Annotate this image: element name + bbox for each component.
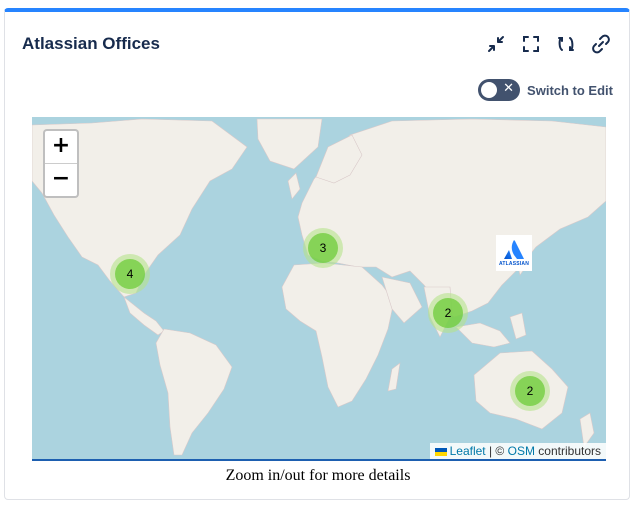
cluster-north-america[interactable]: 4 — [110, 254, 150, 294]
close-icon: ✕ — [503, 81, 515, 96]
leaflet-link[interactable]: Leaflet — [450, 444, 486, 458]
cluster-southeast-asia[interactable]: 2 — [428, 293, 468, 333]
atlassian-logo-icon — [504, 240, 524, 259]
widget-card: Atlassian Offices ✕ Switch to Edit + − 4… — [4, 8, 630, 500]
ukraine-flag-icon — [434, 447, 447, 456]
toggle-label: Switch to Edit — [527, 82, 613, 98]
attribution-contributors: contributors — [538, 444, 601, 458]
cluster-australia[interactable]: 2 — [510, 371, 550, 411]
world-map[interactable]: + − 4 3 2 2 ATLASSIAN Leaflet | © OSM co… — [32, 117, 606, 461]
cluster-count: 2 — [433, 298, 463, 328]
map-attribution: Leaflet | © OSM contributors — [429, 443, 606, 459]
fullscreen-icon[interactable] — [519, 32, 543, 56]
cluster-europe[interactable]: 3 — [303, 228, 343, 268]
edit-toggle-row: ✕ Switch to Edit — [478, 79, 613, 101]
zoom-out-button[interactable]: − — [45, 164, 77, 196]
zoom-in-button[interactable]: + — [45, 131, 77, 164]
osm-link[interactable]: OSM — [508, 444, 535, 458]
link-icon[interactable] — [589, 32, 613, 56]
marker-brand-label: ATLASSIAN — [498, 261, 530, 267]
attribution-separator: | © — [488, 444, 505, 458]
cluster-count: 4 — [115, 259, 145, 289]
cluster-count: 3 — [308, 233, 338, 263]
zoom-control: + − — [43, 129, 79, 198]
collapse-icon[interactable] — [484, 32, 508, 56]
edit-toggle[interactable]: ✕ — [478, 79, 521, 101]
atlassian-office-marker[interactable]: ATLASSIAN — [496, 235, 532, 271]
widget-title: Atlassian Offices — [22, 34, 160, 53]
cluster-count: 2 — [515, 376, 545, 406]
map-caption: Zoom in/out for more details — [225, 467, 411, 484]
refresh-icon[interactable] — [554, 32, 578, 56]
toggle-knob — [481, 82, 498, 98]
widget-toolbar — [484, 32, 613, 56]
